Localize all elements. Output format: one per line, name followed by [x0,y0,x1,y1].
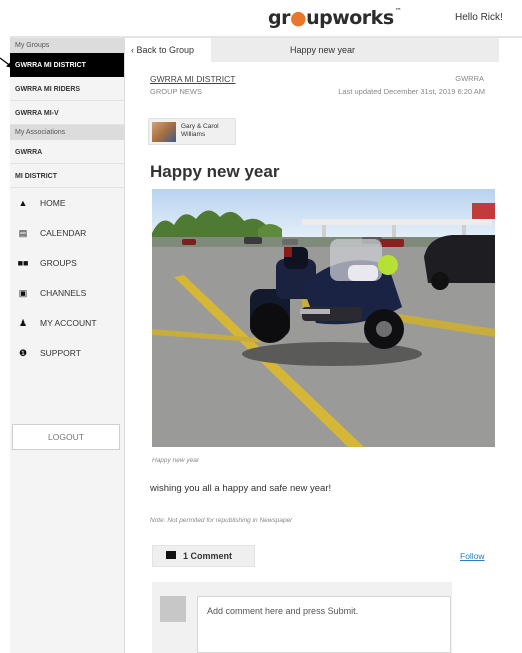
channels-icon: ▣ [18,287,28,298]
account-icon: ♟ [18,317,28,328]
nav-my-account[interactable]: ♟ MY ACCOUNT [10,308,124,338]
comments-toggle[interactable]: 1 Comment [152,545,255,567]
user-greeting[interactable]: Hello Rick! [455,12,503,23]
sidebar: My Groups GWRRA MI DISTRICT GWRRA MI RID… [10,38,125,653]
nav-groups[interactable]: ■■ GROUPS [10,248,124,278]
logo-text-end: upworks [306,7,394,29]
follow-link[interactable]: Follow [460,551,485,561]
groups-icon: ■■ [17,258,29,268]
nav-calendar[interactable]: ▤ CALENDAR [10,218,124,248]
commenter-avatar [160,596,186,622]
nav-home-label: HOME [40,198,66,208]
sidebar-association-gwrra[interactable]: GWRRA [10,140,124,164]
sidebar-group-gwrra-mi-riders[interactable]: GWRRA MI RIDERS [10,77,124,101]
association-tag: GWRRA [455,74,484,83]
logo-trademark: ™ [394,7,402,15]
nav-channels-label: CHANNELS [40,288,87,298]
comment-count-label: 1 Comment [183,551,233,561]
sidebar-group-gwrra-mi-district[interactable]: GWRRA MI DISTRICT [10,53,124,77]
chevron-left-icon: ‹ [131,45,134,55]
group-name-link[interactable]: GWRRA MI DISTRICT [150,74,235,84]
post-title: Happy new year [150,162,280,181]
nav-support[interactable]: ❶ SUPPORT [10,338,124,368]
breadcrumb-bar: ‹ Back to Group Happy new year [126,38,499,62]
author-name: Gary & Carol Williams [181,123,219,138]
comment-icon [166,551,176,559]
logout-button[interactable]: LOGOUT [12,424,120,450]
photo-caption: Happy new year [152,457,199,464]
group-subtitle: GROUP NEWS [150,87,202,96]
top-bar: gr●upworks™ Hello Rick! [0,0,522,38]
logo-text-start: gr [268,7,290,29]
nav-my-account-label: MY ACCOUNT [40,318,97,328]
my-associations-heading: My Associations [10,125,124,140]
republish-note: Note: Not permited for republishing in N… [150,517,293,524]
breadcrumb-title: Happy new year [290,45,356,55]
nav-home[interactable]: ▲ HOME [10,188,124,218]
comment-compose: Add comment here and press Submit. [152,582,452,653]
back-label: Back to Group [136,45,195,55]
my-groups-heading: My Groups [10,38,124,53]
nav-calendar-label: CALENDAR [40,228,87,238]
post-photo [152,189,495,447]
calendar-icon: ▤ [18,227,28,238]
logo-dot: ● [289,7,307,29]
author-avatar [152,122,176,142]
home-icon: ▲ [18,198,28,208]
nav-channels[interactable]: ▣ CHANNELS [10,278,124,308]
nav-support-label: SUPPORT [40,348,81,358]
author-badge[interactable]: Gary & Carol Williams [148,118,236,145]
post-body: wishing you all a happy and safe new yea… [150,483,332,494]
sidebar-group-gwrra-mi-v[interactable]: GWRRA MI-V [10,101,124,125]
nav-groups-label: GROUPS [40,258,77,268]
back-to-group-button[interactable]: ‹ Back to Group [126,38,211,62]
comment-input[interactable]: Add comment here and press Submit. [197,596,451,653]
post-content: GWRRA MI DISTRICT GROUP NEWS GWRRA Last … [126,62,499,653]
groupworks-logo[interactable]: gr●upworks™ [268,7,402,29]
support-icon: ❶ [18,347,28,358]
sidebar-association-mi-district[interactable]: MI DISTRICT [10,164,124,188]
last-updated: Last updated December 31st, 2019 6:20 AM [338,87,485,96]
